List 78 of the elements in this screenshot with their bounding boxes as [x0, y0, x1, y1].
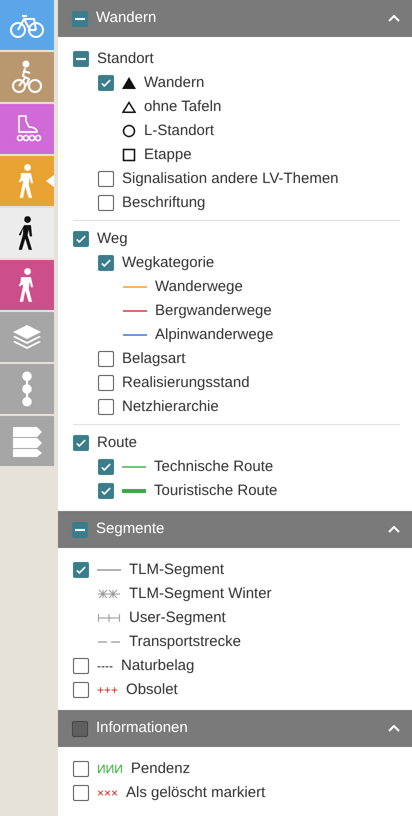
layer-label: User-Segment: [129, 608, 226, 628]
checkbox[interactable]: [73, 562, 89, 578]
section-header[interactable]: Wandern: [58, 0, 412, 37]
chevron-icon: [388, 526, 400, 533]
checkbox[interactable]: [73, 51, 89, 67]
minus-icon: [75, 18, 85, 20]
layer-label: Beschriftung: [122, 192, 206, 213]
walker-icon: [19, 215, 35, 251]
minus-icon: [76, 58, 86, 60]
layer-label: Touristische Route: [154, 480, 278, 501]
chevron-icon: [388, 15, 400, 22]
checkbox[interactable]: [98, 399, 114, 415]
checkbox[interactable]: [72, 522, 88, 538]
checkbox[interactable]: [98, 255, 114, 271]
legend-mark: +++: [97, 684, 118, 696]
square-icon: [122, 148, 136, 162]
checkbox[interactable]: [73, 761, 89, 777]
checkbox[interactable]: [98, 195, 114, 211]
checkbox[interactable]: [98, 375, 114, 391]
checkbox[interactable]: [73, 682, 89, 698]
check-icon: [76, 439, 86, 447]
section-title: Segmente: [96, 519, 166, 540]
layer-label: Als gelöscht markiert: [126, 782, 266, 803]
chevron-icon: [388, 725, 400, 732]
layer-label: Alpinwanderwege: [155, 324, 274, 345]
checkbox[interactable]: [73, 785, 89, 801]
cyclist-icon: [9, 59, 45, 95]
layer-label: Transportstrecke: [129, 632, 241, 652]
layer-label: Signalisation andere LV-Themen: [122, 168, 339, 189]
section-header[interactable]: Informationen: [58, 710, 412, 747]
layer-label: Technische Route: [154, 456, 274, 477]
checkbox[interactable]: [98, 483, 114, 499]
check-icon: [76, 566, 86, 574]
pointer-icon: [46, 175, 54, 187]
section-title: Informationen: [96, 718, 189, 738]
minus-icon: [75, 528, 85, 530]
layer-label: L-Standort: [144, 120, 214, 141]
layer-label: Standort: [97, 48, 154, 69]
check-icon: [101, 259, 111, 267]
check-icon: [76, 235, 86, 243]
checkbox[interactable]: [98, 75, 114, 91]
layer-label: Route: [97, 432, 138, 453]
section-header[interactable]: Segmente: [58, 511, 412, 548]
checkbox[interactable]: [72, 10, 88, 26]
checkbox[interactable]: [73, 658, 89, 674]
layer-label: Netzhierarchie: [122, 396, 219, 417]
layer-label: ohne Tafeln: [144, 96, 222, 117]
check-icon: [101, 487, 111, 495]
filled-triangle-icon: [122, 77, 136, 89]
layer-label: Wanderwege: [155, 276, 243, 297]
legend-mark: ----: [97, 660, 113, 672]
category-tab[interactable]: [0, 208, 54, 258]
section-title: Wandern: [96, 8, 158, 28]
checkbox[interactable]: [98, 459, 114, 475]
check-icon: [101, 79, 111, 87]
triangle-icon: [122, 101, 136, 113]
layer-label: Weg: [97, 228, 128, 249]
legend-mark: ИИИ: [97, 763, 123, 775]
checkbox[interactable]: [73, 231, 89, 247]
checkbox[interactable]: [98, 351, 114, 367]
layer-label: TLM-Segment: [129, 560, 224, 580]
check-icon: [101, 463, 111, 471]
layer-label: Wandern: [144, 72, 204, 93]
layer-label: Pendenz: [130, 758, 190, 779]
layer-label: Bergwanderwege: [155, 300, 272, 321]
legend-mark: ×××: [97, 787, 118, 799]
checkbox[interactable]: [73, 435, 89, 451]
layer-label: Wegkategorie: [122, 252, 214, 273]
layer-label: Realisierungsstand: [122, 372, 250, 393]
circle-icon: [122, 124, 136, 138]
layer-label: Belagsart: [122, 348, 186, 369]
layer-label: TLM-Segment Winter: [129, 584, 272, 604]
checkbox[interactable]: [72, 720, 88, 736]
checkbox[interactable]: [98, 171, 114, 187]
layer-label: Naturbelag: [120, 656, 194, 676]
dots-icon: [21, 371, 33, 407]
layer-label: Obsolet: [126, 680, 178, 700]
layer-label: Etappe: [144, 144, 192, 165]
